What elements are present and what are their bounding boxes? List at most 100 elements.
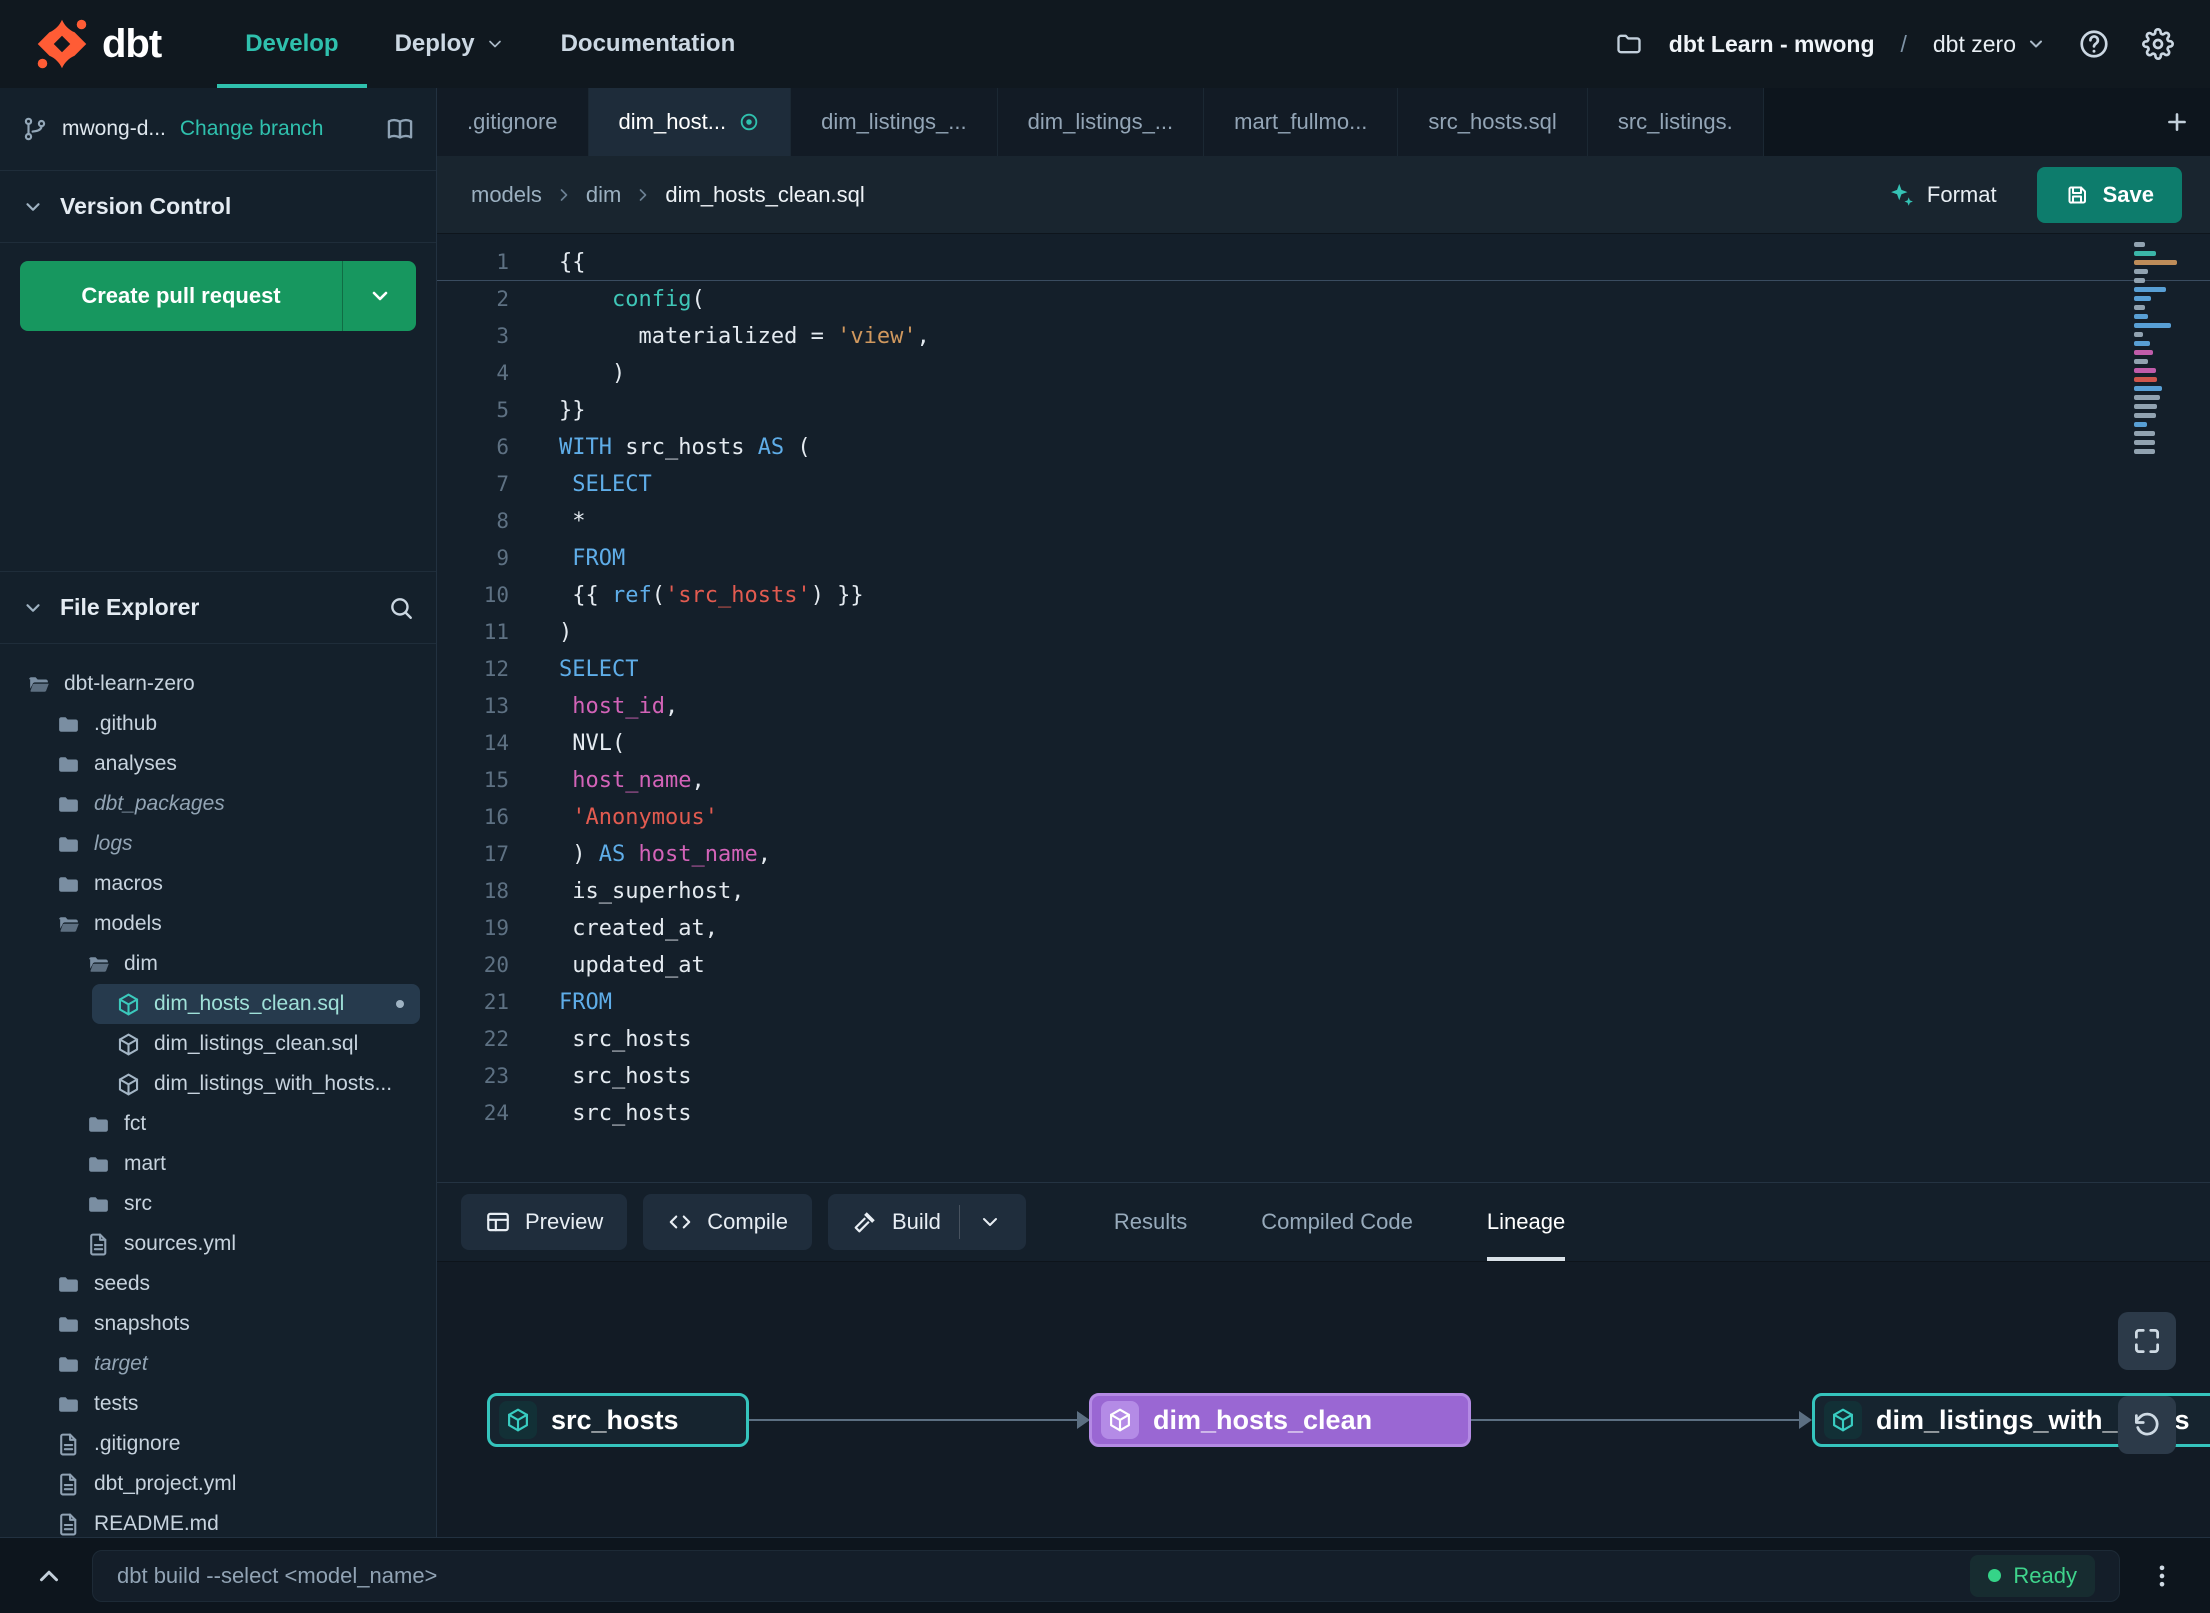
tab-mart-fullmo[interactable]: mart_fullmo... xyxy=(1204,88,1399,156)
nav-item-documentation[interactable]: Documentation xyxy=(533,0,764,88)
code-line-4[interactable]: 4 ) xyxy=(437,355,2210,392)
chevron-down-icon xyxy=(485,34,505,54)
code-line-12[interactable]: 12 SELECT xyxy=(437,651,2210,688)
tree-item-dim-hosts-clean-sql[interactable]: dim_hosts_clean.sql xyxy=(92,984,420,1024)
tree-item-models[interactable]: models xyxy=(0,904,436,944)
tree-item-mart[interactable]: mart xyxy=(0,1144,436,1184)
nav-item-develop[interactable]: Develop xyxy=(217,0,367,88)
panel-tab-results[interactable]: Results xyxy=(1114,1183,1187,1261)
tab-src-listings[interactable]: src_listings. xyxy=(1587,88,1764,156)
tree-item-src[interactable]: src xyxy=(0,1184,436,1224)
panel-tab-label: Compiled Code xyxy=(1261,1209,1413,1234)
code-line-10[interactable]: 10 {{ ref('src_hosts') }} xyxy=(437,577,2210,614)
code-line-14[interactable]: 14 NVL( xyxy=(437,725,2210,762)
help-icon[interactable] xyxy=(2078,28,2110,60)
minimap-line xyxy=(2134,377,2157,382)
tree-item-seeds[interactable]: seeds xyxy=(0,1264,436,1304)
fullscreen-button[interactable] xyxy=(2118,1312,2176,1370)
tree-item-dbt-learn-zero[interactable]: dbt-learn-zero xyxy=(0,664,436,704)
dbt-logo[interactable]: dbt xyxy=(36,18,162,70)
code-line-19[interactable]: 19 created_at, xyxy=(437,910,2210,947)
tree-item-tests[interactable]: tests xyxy=(0,1384,436,1424)
format-button[interactable]: Format xyxy=(1887,181,1997,209)
tree-item-analyses[interactable]: analyses xyxy=(0,744,436,784)
file-explorer-header[interactable]: File Explorer xyxy=(0,571,436,644)
status-text: Ready xyxy=(2013,1562,2077,1588)
tree-item-github[interactable]: .github xyxy=(0,704,436,744)
tree-item-snapshots[interactable]: snapshots xyxy=(0,1304,436,1344)
panel-button-compile[interactable]: Compile xyxy=(643,1194,812,1250)
tree-item-readme-md[interactable]: README.md xyxy=(0,1504,436,1537)
create-pull-request-label[interactable]: Create pull request xyxy=(20,261,342,331)
tab-dim-host[interactable]: dim_host... xyxy=(588,88,792,156)
kebab-menu-icon[interactable] xyxy=(2148,1562,2176,1590)
code-line-21[interactable]: 21 FROM xyxy=(437,984,2210,1021)
docs-book-icon[interactable] xyxy=(386,115,414,143)
format-button-label: Format xyxy=(1926,181,1997,207)
tree-item-dim-listings-with-hosts[interactable]: dim_listings_with_hosts... xyxy=(0,1064,436,1104)
minimap-line xyxy=(2134,323,2171,328)
reset-view-button[interactable] xyxy=(2118,1396,2176,1454)
minimap-line xyxy=(2134,386,2162,391)
unsaved-dot-icon xyxy=(738,111,760,133)
gear-icon[interactable] xyxy=(2142,28,2174,60)
minimap[interactable] xyxy=(2134,242,2192,458)
tree-item-dim[interactable]: dim xyxy=(0,944,436,984)
code-line-8[interactable]: 8 * xyxy=(437,503,2210,540)
code-editor[interactable]: 1{{2 config(3 materialized = 'view', 4 ) 5… xyxy=(437,234,2210,1182)
lineage-node-dim-hosts-clean[interactable]: dim_hosts_clean xyxy=(1089,1393,1471,1447)
code-line-17[interactable]: 17 ) AS host_name, xyxy=(437,836,2210,873)
environment-selector[interactable]: dbt zero xyxy=(1933,31,2046,58)
line-number: 19 xyxy=(483,916,509,940)
code-line-9[interactable]: 9 FROM xyxy=(437,540,2210,577)
pr-dropdown-toggle[interactable] xyxy=(342,261,416,331)
code-line-18[interactable]: 18 is_superhost, xyxy=(437,873,2210,910)
change-branch-link[interactable]: Change branch xyxy=(180,117,324,141)
minimap-line xyxy=(2134,368,2156,373)
new-tab-button[interactable] xyxy=(2144,88,2210,156)
chevron-down-icon[interactable] xyxy=(978,1210,1002,1234)
code-line-22[interactable]: 22 src_hosts xyxy=(437,1021,2210,1058)
code-line-24[interactable]: 24 src_hosts xyxy=(437,1095,2210,1132)
tab-dim-listings[interactable]: dim_listings_... xyxy=(791,88,998,156)
code-line-15[interactable]: 15 host_name, xyxy=(437,762,2210,799)
lineage-node-src-hosts[interactable]: src_hosts xyxy=(487,1393,749,1447)
tree-item-sources-yml[interactable]: sources.yml xyxy=(0,1224,436,1264)
code-line-16[interactable]: 16 'Anonymous' xyxy=(437,799,2210,836)
tree-item-dbt-packages[interactable]: dbt_packages xyxy=(0,784,436,824)
line-number: 15 xyxy=(483,768,509,792)
create-pull-request-button[interactable]: Create pull request xyxy=(20,261,416,331)
tree-item-macros[interactable]: macros xyxy=(0,864,436,904)
code-line-13[interactable]: 13 host_id, xyxy=(437,688,2210,725)
nav-item-deploy[interactable]: Deploy xyxy=(367,0,533,88)
code-line-11[interactable]: 11) xyxy=(437,614,2210,651)
tree-item-fct[interactable]: fct xyxy=(0,1104,436,1144)
code-line-23[interactable]: 23 src_hosts xyxy=(437,1058,2210,1095)
panel-button-build[interactable]: Build xyxy=(827,1194,1026,1250)
tree-item-target[interactable]: target xyxy=(0,1344,436,1384)
code-line-5[interactable]: 5}} xyxy=(437,392,2210,429)
chevron-up-icon[interactable] xyxy=(34,1561,64,1591)
command-input[interactable]: dbt build --select <model_name> Ready xyxy=(92,1549,2120,1602)
code-line-1[interactable]: 1 {{ xyxy=(437,244,2210,281)
save-button[interactable]: Save xyxy=(2036,166,2182,223)
tree-item-dbt-project-yml[interactable]: dbt_project.yml xyxy=(0,1464,436,1504)
code-line-3[interactable]: 3 materialized = 'view', xyxy=(437,318,2210,355)
tab-src-hosts-sql[interactable]: src_hosts.sql xyxy=(1398,88,1588,156)
tree-item-label: .gitignore xyxy=(94,1432,181,1455)
tab-gitignore[interactable]: .gitignore xyxy=(437,88,589,156)
tab-dim-listings[interactable]: dim_listings_... xyxy=(997,88,1205,156)
code-line-7[interactable]: 7 SELECT xyxy=(437,466,2210,503)
code-line-6[interactable]: 6 WITH src_hosts AS ( xyxy=(437,429,2210,466)
code-line-20[interactable]: 20 updated_at xyxy=(437,947,2210,984)
panel-tab-lineage[interactable]: Lineage xyxy=(1486,1183,1566,1261)
panel-button-preview[interactable]: Preview xyxy=(461,1194,628,1250)
tree-item-dim-listings-clean-sql[interactable]: dim_listings_clean.sql xyxy=(0,1024,436,1064)
version-control-header[interactable]: Version Control xyxy=(0,170,436,243)
lineage-graph[interactable]: src_hosts dim_hosts_clean dim_listings_wit… xyxy=(437,1262,2210,1537)
tree-item-gitignore[interactable]: .gitignore xyxy=(0,1424,436,1464)
code-line-2[interactable]: 2 config( xyxy=(437,281,2210,318)
tree-item-logs[interactable]: logs xyxy=(0,824,436,864)
panel-tab-compiled-code[interactable]: Compiled Code xyxy=(1261,1183,1413,1261)
search-icon[interactable] xyxy=(388,595,414,621)
